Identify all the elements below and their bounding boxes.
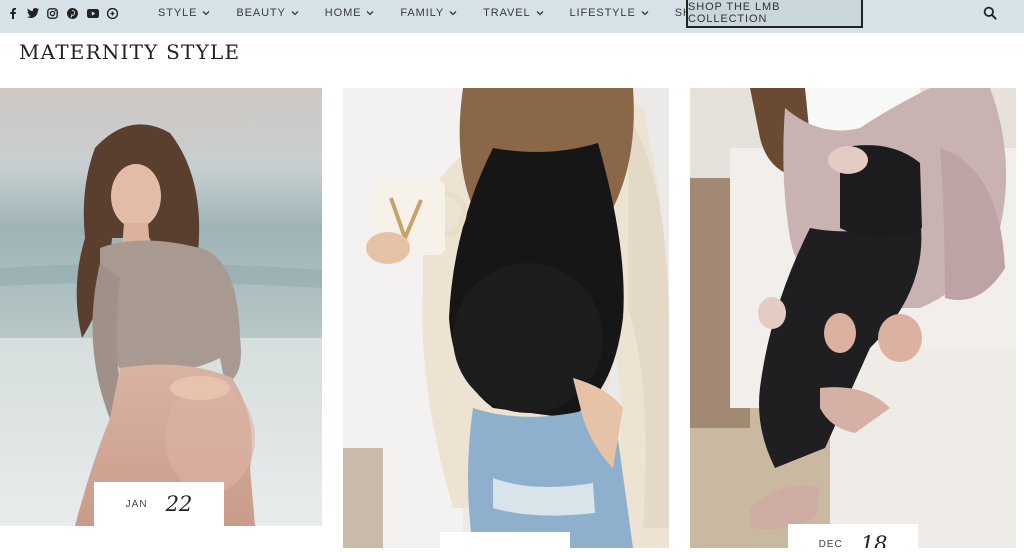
chevron-down-icon bbox=[366, 11, 374, 16]
menu-item-label: STYLE bbox=[158, 7, 198, 19]
youtube-icon[interactable] bbox=[86, 7, 99, 20]
social-links bbox=[6, 0, 119, 26]
post-card[interactable] bbox=[343, 88, 669, 548]
search-icon[interactable] bbox=[983, 6, 997, 20]
chevron-down-icon bbox=[536, 11, 543, 16]
chevron-down-icon bbox=[202, 11, 210, 16]
post-image[interactable] bbox=[343, 88, 669, 548]
date-day: 22 bbox=[165, 492, 193, 516]
menu-item-family[interactable]: FAMILY bbox=[400, 7, 457, 19]
pinterest-icon[interactable] bbox=[66, 7, 79, 20]
menu-item-style[interactable]: STYLE bbox=[158, 7, 210, 19]
post-image[interactable] bbox=[0, 88, 322, 526]
post-date bbox=[440, 532, 570, 552]
date-month: JAN bbox=[125, 498, 148, 510]
shop-collection-button[interactable]: SHOP THE LMB COLLECTION bbox=[686, 0, 863, 28]
menu-item-label: LIFESTYLE bbox=[569, 7, 636, 19]
menu-item-label: HOME bbox=[324, 7, 362, 19]
chevron-down-icon bbox=[641, 11, 649, 16]
menu-item-label: TRAVEL bbox=[483, 7, 531, 19]
menu-item-home[interactable]: HOME bbox=[325, 7, 375, 19]
facebook-icon[interactable] bbox=[6, 7, 19, 20]
top-navigation: STYLE BEAUTY HOME FAMILY TRAVEL LIFESTYL… bbox=[0, 0, 1024, 33]
main-menu: STYLE BEAUTY HOME FAMILY TRAVEL LIFESTYL… bbox=[158, 0, 748, 26]
date-day: 18 bbox=[860, 532, 888, 548]
menu-item-beauty[interactable]: BEAUTY bbox=[236, 7, 299, 19]
menu-item-travel[interactable]: TRAVEL bbox=[483, 7, 543, 19]
post-card[interactable]: JAN 22 bbox=[0, 88, 322, 526]
instagram-icon[interactable] bbox=[46, 7, 59, 20]
menu-item-label: BEAUTY bbox=[236, 7, 286, 19]
chevron-down-icon bbox=[449, 11, 457, 16]
post-date: JAN 22 bbox=[94, 482, 224, 526]
bloglovin-icon[interactable] bbox=[106, 7, 119, 20]
post-image[interactable] bbox=[690, 88, 1016, 548]
menu-item-label: FAMILY bbox=[400, 7, 445, 19]
menu-item-lifestyle[interactable]: LIFESTYLE bbox=[570, 7, 649, 19]
post-card[interactable]: DEC 18 bbox=[690, 88, 1016, 548]
page-title: MATERNITY STYLE bbox=[19, 40, 241, 64]
twitter-icon[interactable] bbox=[26, 7, 39, 20]
date-month: DEC bbox=[818, 538, 843, 549]
chevron-down-icon bbox=[291, 11, 299, 16]
post-date: DEC 18 bbox=[788, 524, 918, 548]
